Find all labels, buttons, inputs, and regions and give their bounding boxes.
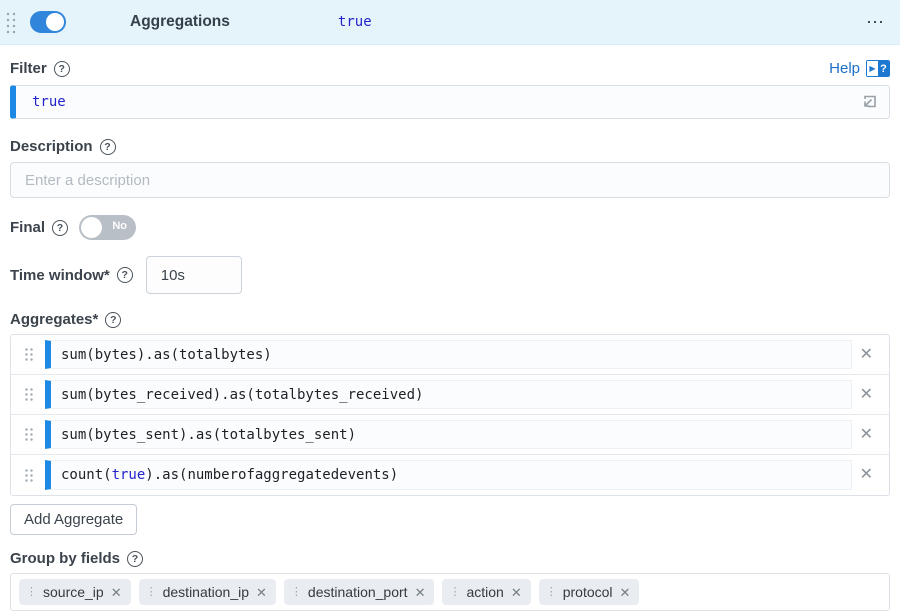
drag-handle-icon[interactable] [23, 467, 35, 484]
tag-label: action [466, 584, 503, 600]
section-title: Aggregations [130, 13, 230, 31]
group-by-tag[interactable]: ⋮ protocol ✕ [539, 579, 640, 605]
drag-handle-icon[interactable] [4, 10, 16, 34]
remove-aggregate-button[interactable]: ✕ [852, 427, 881, 443]
expression-text: count( [61, 467, 112, 483]
filter-expression-input[interactable]: true [10, 85, 890, 119]
group-by-tag[interactable]: ⋮ action ✕ [442, 579, 530, 605]
expression-text: ).as(numberofaggregatedevents) [145, 467, 398, 483]
group-by-fields-input[interactable]: ⋮ source_ip ✕ ⋮ destination_ip ✕ ⋮ desti… [10, 573, 890, 611]
aggregate-row: sum(bytes_received).as(totalbytes_receiv… [11, 375, 889, 415]
remove-tag-icon[interactable]: ✕ [511, 586, 522, 599]
overflow-menu-button[interactable]: ⋯ [866, 13, 886, 31]
question-icon: ? [878, 61, 889, 76]
remove-tag-icon[interactable]: ✕ [415, 586, 426, 599]
remove-aggregate-button[interactable]: ✕ [852, 387, 881, 403]
time-window-help-icon[interactable]: ? [117, 267, 133, 283]
tag-label: source_ip [43, 584, 104, 600]
final-toggle[interactable]: No [79, 215, 136, 240]
drag-handle-icon[interactable]: ⋮ [26, 587, 36, 598]
group-by-tag[interactable]: ⋮ destination_ip ✕ [139, 579, 276, 605]
toggle-knob [46, 13, 64, 31]
help-link[interactable]: Help [829, 60, 860, 77]
group-by-tag[interactable]: ⋮ destination_port ✕ [284, 579, 435, 605]
drag-handle-icon[interactable]: ⋮ [291, 587, 301, 598]
drag-handle-icon[interactable]: ⋮ [146, 587, 156, 598]
final-help-icon[interactable]: ? [52, 220, 68, 236]
expression-text: sum(bytes_received).as(totalbytes_receiv… [61, 387, 423, 403]
aggregate-row: sum(bytes_sent).as(totalbytes_sent) ✕ [11, 415, 889, 455]
aggregate-row: sum(bytes).as(totalbytes) ✕ [11, 335, 889, 375]
group-by-help-icon[interactable]: ? [127, 551, 143, 567]
tag-label: destination_port [308, 584, 408, 600]
help-video-icon[interactable]: ▶ ? [866, 60, 890, 77]
aggregate-expression-input[interactable]: sum(bytes).as(totalbytes) [45, 340, 852, 369]
toggle-knob [81, 217, 102, 238]
final-label: Final [10, 219, 45, 236]
filter-help-icon[interactable]: ? [54, 61, 70, 77]
filter-preview-text: true [338, 14, 372, 30]
aggregate-expression-input[interactable]: sum(bytes_sent).as(totalbytes_sent) [45, 420, 852, 449]
enabled-toggle[interactable] [30, 11, 66, 33]
expression-text: sum(bytes).as(totalbytes) [61, 347, 272, 363]
remove-tag-icon[interactable]: ✕ [256, 586, 267, 599]
time-window-input[interactable] [146, 256, 242, 294]
expression-text: sum(bytes_sent).as(totalbytes_sent) [61, 427, 356, 443]
aggregations-header-bar: Aggregations true ⋯ [0, 0, 900, 45]
drag-handle-icon[interactable] [23, 386, 35, 403]
drag-handle-icon[interactable]: ⋮ [546, 587, 556, 598]
tag-label: destination_ip [163, 584, 249, 600]
drag-handle-icon[interactable] [23, 346, 35, 363]
aggregate-expression-input[interactable]: sum(bytes_received).as(totalbytes_receiv… [45, 380, 852, 409]
play-icon: ▶ [867, 61, 878, 76]
expand-editor-button[interactable] [859, 92, 879, 112]
expression-literal: true [112, 467, 146, 483]
description-help-icon[interactable]: ? [100, 139, 116, 155]
time-window-label: Time window* [10, 267, 110, 284]
remove-tag-icon[interactable]: ✕ [111, 586, 122, 599]
remove-aggregate-button[interactable]: ✕ [852, 467, 881, 483]
aggregates-list: sum(bytes).as(totalbytes) ✕ sum(bytes_re… [10, 334, 890, 496]
group-by-label: Group by fields [10, 550, 120, 567]
drag-handle-icon[interactable] [23, 426, 35, 443]
toggle-state-label: No [112, 220, 127, 232]
filter-label: Filter [10, 60, 47, 77]
filter-expression-value: true [32, 94, 66, 110]
remove-aggregate-button[interactable]: ✕ [852, 347, 881, 363]
description-input[interactable] [10, 162, 890, 198]
aggregate-expression-input[interactable]: count(true).as(numberofaggregatedevents) [45, 460, 852, 490]
remove-tag-icon[interactable]: ✕ [620, 586, 631, 599]
aggregates-label: Aggregates* [10, 311, 98, 328]
expand-icon [859, 92, 879, 112]
aggregates-help-icon[interactable]: ? [105, 312, 121, 328]
description-label: Description [10, 138, 93, 155]
add-aggregate-button[interactable]: Add Aggregate [10, 504, 137, 535]
tag-label: protocol [563, 584, 613, 600]
drag-handle-icon[interactable]: ⋮ [449, 587, 459, 598]
group-by-tag[interactable]: ⋮ source_ip ✕ [19, 579, 131, 605]
aggregate-row: count(true).as(numberofaggregatedevents)… [11, 455, 889, 495]
